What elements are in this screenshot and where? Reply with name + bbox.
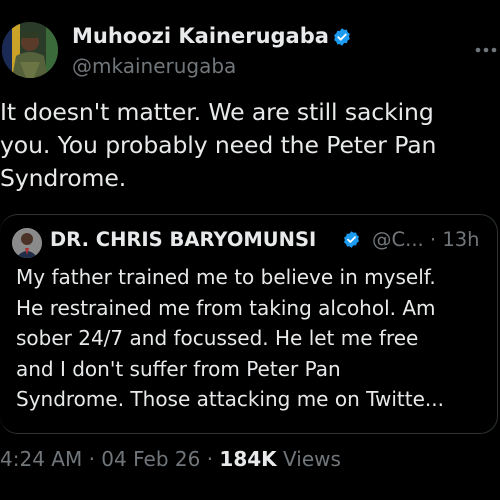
quoted-author-handle: @C... [372,228,424,251]
tweet-text-line: you. You probably need the Peter Pan [0,131,437,159]
quoted-text-line: sober 24/7 and focussed. He let me free [16,326,419,350]
author-avatar[interactable] [2,22,58,78]
tweet-timestamp[interactable]: 4:24 AM [0,447,82,471]
more-options-icon[interactable] [473,40,499,60]
quoted-author-avatar-image [12,228,42,258]
author-display-name[interactable]: Muhoozi Kainerugaba [72,24,329,48]
views-label: Views [283,447,341,471]
author-handle[interactable]: @mkainerugaba [72,54,236,78]
tweet-text: It doesn't matter. We are still sacking … [0,96,500,195]
tweet-footer: 4:24 AM · 04 Feb 26 · 184K Views [0,447,341,471]
quoted-tweet-text: My father trained me to believe in mysel… [16,262,498,415]
quoted-text-line: and I don't suffer from Peter Pan [16,356,341,381]
footer-separator: · [88,447,95,471]
quoted-text-line: My father trained me to believe in mysel… [16,265,436,289]
author-avatar-image [2,22,58,78]
tweet-text-line: Syndrome. [0,164,127,192]
verified-badge-icon [332,27,352,47]
footer-separator: · [206,447,214,471]
quoted-verified-badge-icon [342,230,361,249]
tweet-text-line: It doesn't matter. We are still sacking [0,98,434,126]
quoted-meta-separator: · [429,228,437,251]
quoted-tweet-meta: @C... · 13h [372,228,480,251]
tweet-date[interactable]: 04 Feb 26 [101,447,200,471]
quoted-author-avatar [12,228,42,258]
quoted-tweet-time: 13h [442,228,480,251]
quoted-text-line: Syndrome. Those attacking me on Twitte..… [16,387,444,411]
quoted-author-display-name: DR. CHRIS BARYOMUNSI [50,228,317,251]
views-count: 184K [219,447,277,471]
quoted-text-line: He restrained me from taking alcohol. Am [16,295,436,320]
